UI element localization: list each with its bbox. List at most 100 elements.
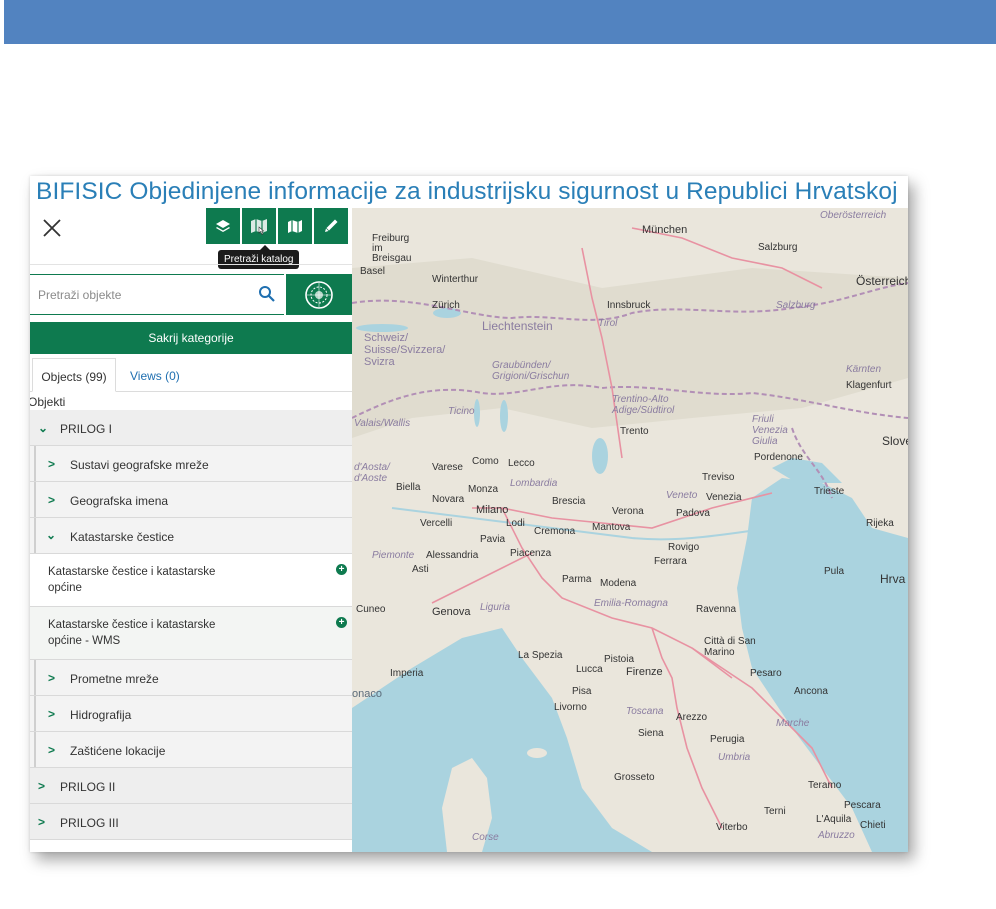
chevron-right-icon: >: [48, 743, 56, 757]
tree-item-geografska-imena[interactable]: > Geografska imena: [30, 482, 352, 518]
add-layer-icon[interactable]: +: [336, 564, 347, 575]
catalog-search-button[interactable]: [242, 208, 276, 244]
map-label: Genova: [432, 606, 471, 618]
map-label: Liechtenstein: [482, 319, 553, 333]
map-label: Rovigo: [668, 542, 700, 553]
map-label: Österreich: [856, 274, 908, 288]
indent-bar: [34, 660, 36, 695]
map-label: Pula: [824, 566, 845, 577]
layers-button[interactable]: [206, 208, 240, 244]
tree-item-prilog-3[interactable]: > PRILOG III: [30, 804, 352, 840]
globe-logo-icon: [305, 280, 333, 309]
map-label: Tirol: [598, 318, 618, 329]
catalog-map-icon: [251, 219, 267, 235]
chevron-right-icon: >: [48, 493, 56, 507]
map-label: Modena: [600, 578, 637, 589]
map-label: Hrva: [880, 572, 906, 586]
tree-item-katastarske-cestice[interactable]: ⌄ Katastarske čestice: [30, 518, 352, 554]
indent-bar: [34, 696, 36, 731]
hide-categories-button[interactable]: Sakrij kategorije: [30, 322, 352, 354]
objects-section-label: Objekti: [30, 395, 66, 409]
chevron-right-icon: >: [48, 457, 56, 471]
map-label: Graubünden/ Grigioni/Grischun: [492, 360, 570, 382]
map-label: Venezia: [706, 492, 742, 503]
tree-item-hidrografija[interactable]: > Hidrografija: [30, 696, 352, 732]
map-label: Pistoia: [604, 654, 635, 665]
map-label: Lombardia: [510, 478, 558, 489]
map-view[interactable]: München Oberösterreich Freiburg im Breis…: [352, 208, 908, 852]
tree-item-prilog-1[interactable]: ⌄ PRILOG I: [30, 410, 352, 446]
draw-button[interactable]: [314, 208, 348, 244]
tab-bar: Objects (99) Views (0): [30, 358, 352, 392]
layer-item[interactable]: Katastarske čestice i katastarske općine…: [30, 607, 352, 660]
map-label: L'Aquila: [816, 814, 852, 825]
map-label: Brescia: [552, 496, 586, 507]
layer-item[interactable]: Katastarske čestice i katastarske općine…: [30, 554, 352, 607]
map-label: Klagenfurt: [846, 380, 892, 391]
layers-icon: [216, 220, 230, 232]
add-layer-icon[interactable]: +: [336, 617, 347, 628]
map-label: Livorno: [554, 702, 587, 713]
map-label: Asti: [412, 564, 429, 575]
map-label: Piacenza: [510, 548, 552, 559]
map-label: Treviso: [702, 472, 735, 483]
map-label: Perugia: [710, 734, 745, 745]
book-map-button[interactable]: [278, 208, 312, 244]
book-map-icon: [288, 220, 302, 233]
tree-item-prilog-2[interactable]: > PRILOG II: [30, 768, 352, 804]
map-label: Abruzzo: [818, 830, 855, 841]
tree-item-label: Geografska imena: [70, 494, 169, 508]
app-screenshot: BIFISIC Objedinjene informacije za indus…: [30, 176, 908, 852]
map-label: Marche: [776, 718, 810, 729]
map-label: Teramo: [808, 780, 842, 791]
tree-item-label: Hidrografija: [70, 708, 132, 722]
map-label: München: [642, 224, 688, 236]
map-label: Ravenna: [696, 604, 737, 615]
map-label: Como: [472, 456, 499, 467]
map-label: Lucca: [576, 664, 603, 675]
map-label: Mantova: [592, 522, 631, 533]
map-label: Trento: [620, 426, 649, 437]
chevron-right-icon: >: [48, 671, 56, 685]
map-label: Monza: [468, 484, 499, 495]
map-label: Viterbo: [716, 822, 748, 833]
map-label: Alessandria: [426, 550, 479, 561]
map-label: Schweiz/ Suisse/Svizzera/ Svizra: [364, 332, 446, 368]
map-label: Innsbruck: [607, 300, 651, 311]
map-label: Veneto: [666, 490, 698, 501]
map-label: Firenze: [626, 666, 663, 678]
map-label: Liguria: [480, 602, 511, 613]
map-label: Parma: [562, 574, 592, 585]
tree-item-prometne-mreze[interactable]: > Prometne mreže: [30, 660, 352, 696]
chevron-right-icon: >: [38, 815, 46, 829]
search-input[interactable]: Pretraži objekte: [30, 274, 284, 315]
map-label: Toscana: [626, 706, 664, 717]
map-label: Trieste: [814, 486, 845, 497]
map-label: Pescara: [844, 800, 881, 811]
tab-views[interactable]: Views (0): [130, 358, 180, 392]
app-title: BIFISIC Objedinjene informacije za indus…: [36, 178, 898, 205]
tree-item-label: PRILOG III: [60, 816, 119, 830]
map-label: Rijeka: [866, 518, 894, 529]
tree-item-sustavi[interactable]: > Sustavi geografske mreže: [30, 446, 352, 482]
tree-item-label: PRILOG II: [60, 780, 116, 794]
map-label: La Spezia: [518, 650, 563, 661]
tree-item-zasticene-lokacije[interactable]: > Zaštićene lokacije: [30, 732, 352, 768]
tree-item-label: Sustavi geografske mreže: [70, 458, 209, 472]
tree-item-label: Prometne mreže: [70, 672, 159, 686]
close-icon[interactable]: [40, 216, 64, 240]
tab-objects[interactable]: Objects (99): [32, 358, 116, 392]
catalog-tooltip: Pretraži katalog: [218, 245, 300, 269]
map-label: Kärnten: [846, 364, 882, 375]
indent-bar: [34, 732, 36, 767]
logo-search-button[interactable]: [286, 274, 352, 315]
search-icon[interactable]: [258, 285, 276, 303]
map-label: Trentino-Alto Adige/Südtirol: [612, 394, 675, 416]
document-header-bar: [4, 0, 996, 44]
map-label: Cremona: [534, 526, 576, 537]
map-label: Milano: [476, 504, 509, 516]
map-label: Salzburg: [776, 300, 816, 311]
side-panel: Pretraži katalog Pretraži objekte Sakrij…: [30, 208, 352, 852]
map-label: Imperia: [390, 668, 424, 679]
map-label: Ferrara: [654, 556, 687, 567]
